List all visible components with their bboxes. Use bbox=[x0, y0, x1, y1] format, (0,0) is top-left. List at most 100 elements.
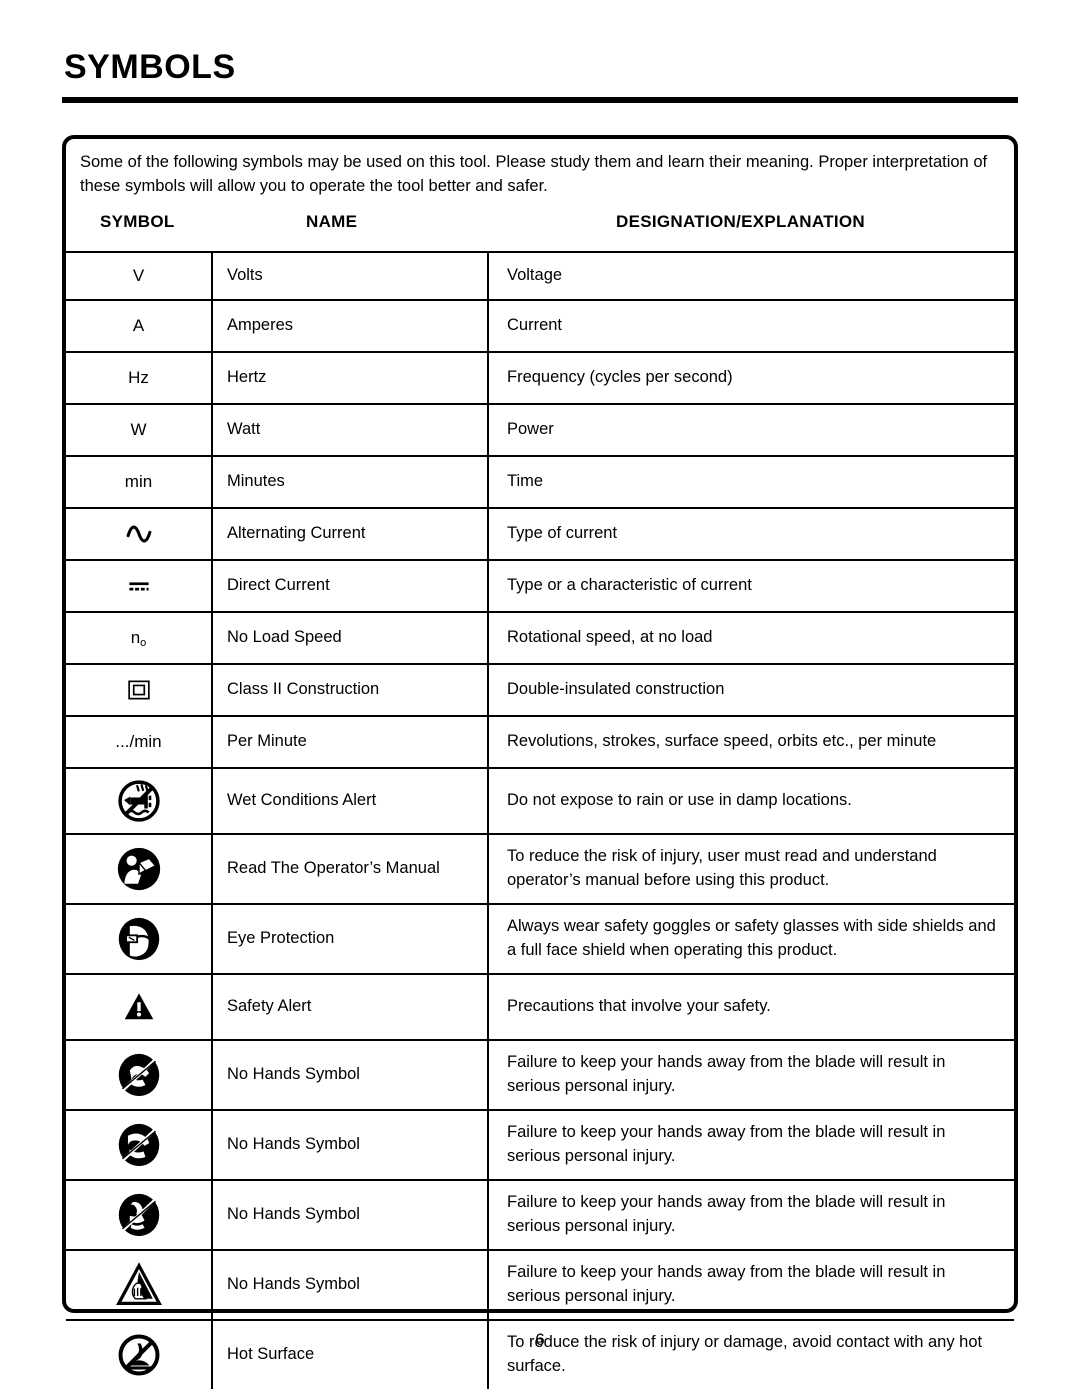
symbol-name-text: Direct Current bbox=[227, 576, 330, 595]
designation-cell: Voltage bbox=[487, 251, 1014, 301]
table-row: Wet Conditions Alert Do not expose to rai… bbox=[66, 767, 1014, 835]
name-cell: Volts bbox=[211, 251, 489, 301]
name-cell: Wet Conditions Alert bbox=[211, 767, 489, 835]
table-row: .../min Per Minute Revolutions, strokes, s… bbox=[66, 715, 1014, 769]
designation-cell: Failure to keep your hands away from the… bbox=[487, 1179, 1014, 1251]
name-cell: Alternating Current bbox=[211, 507, 489, 561]
no-hands-symbol-icon bbox=[116, 1192, 162, 1238]
symbol-cell: no bbox=[66, 611, 213, 665]
designation-text: Frequency (cycles per second) bbox=[507, 368, 733, 387]
symbol-name-text: Safety Alert bbox=[227, 997, 312, 1016]
table-row: A Amperes Current bbox=[66, 299, 1014, 353]
symbol-name-text: Hertz bbox=[227, 368, 267, 387]
table-header-row: SYMBOL NAME DESIGNATION/EXPLANATION bbox=[66, 212, 1014, 250]
intro-paragraph: Some of the following symbols may be use… bbox=[80, 153, 988, 195]
designation-cell: Frequency (cycles per second) bbox=[487, 351, 1014, 405]
designation-text: Double-insulated construction bbox=[507, 680, 725, 699]
designation-cell: Double-insulated construction bbox=[487, 663, 1014, 717]
symbol-cell: .../min bbox=[66, 715, 213, 769]
name-cell: Eye Protection bbox=[211, 903, 489, 975]
watt-symbol: W bbox=[130, 419, 147, 439]
symbol-cell: W bbox=[66, 403, 213, 457]
designation-cell: Revolutions, strokes, surface speed, orb… bbox=[487, 715, 1014, 769]
designation-text: Failure to keep your hands away from the… bbox=[507, 1053, 946, 1095]
designation-cell: Rotational speed, at no load bbox=[487, 611, 1014, 665]
no-load-speed-symbol: no bbox=[130, 627, 147, 649]
designation-text: Failure to keep your hands away from the… bbox=[507, 1123, 946, 1165]
symbol-cell bbox=[66, 767, 213, 835]
symbol-cell bbox=[66, 663, 213, 717]
symbol-cell: A bbox=[66, 299, 213, 353]
symbol-name-text: Amperes bbox=[227, 316, 294, 335]
symbol-name-text: No Hands Symbol bbox=[227, 1065, 360, 1084]
designation-text: Type of current bbox=[507, 524, 618, 543]
symbols-panel: Some of the following symbols may be use… bbox=[62, 135, 1018, 1389]
table-row: Safety Alert Precautions that involve you… bbox=[66, 973, 1014, 1041]
designation-cell: Time bbox=[487, 455, 1014, 509]
symbol-cell: Hz bbox=[66, 351, 213, 405]
designation-text: Current bbox=[507, 316, 563, 335]
page-number: 6 bbox=[535, 1330, 545, 1349]
hertz-symbol: Hz bbox=[128, 367, 149, 387]
table-row: Read The Operator’s Manual To reduce the … bbox=[66, 833, 1014, 905]
name-cell: No Hands Symbol bbox=[211, 1109, 489, 1181]
symbol-name-text: Alternating Current bbox=[227, 524, 366, 543]
symbol-name-text: Minutes bbox=[227, 472, 285, 491]
eye-protection-icon bbox=[116, 916, 162, 962]
designation-text: Type or a characteristic of current bbox=[507, 576, 752, 595]
column-header-symbol: SYMBOL bbox=[100, 212, 175, 231]
symbol-name-text: Wet Conditions Alert bbox=[227, 791, 377, 810]
designation-cell: Precautions that involve your safety. bbox=[487, 973, 1014, 1041]
table-row: No Hands Symbol Failure to keep your hand… bbox=[66, 1039, 1014, 1111]
designation-cell: Failure to keep your hands away from the… bbox=[487, 1109, 1014, 1181]
name-cell: Minutes bbox=[211, 455, 489, 509]
designation-cell: Failure to keep your hands away from the… bbox=[487, 1249, 1014, 1321]
designation-text: To reduce the risk of injury, user must … bbox=[507, 847, 937, 889]
symbol-name-text: Watt bbox=[227, 420, 261, 439]
designation-text: Rotational speed, at no load bbox=[507, 628, 713, 647]
designation-cell: Always wear safety goggles or safety gla… bbox=[487, 903, 1014, 975]
designation-text: Time bbox=[507, 472, 544, 491]
class-ii-construction-icon bbox=[126, 678, 152, 702]
table-row: W Watt Power bbox=[66, 403, 1014, 457]
read-operators-manual-icon bbox=[116, 846, 162, 892]
symbol-cell: V bbox=[66, 251, 213, 301]
designation-cell: Do not expose to rain or use in damp loc… bbox=[487, 767, 1014, 835]
symbol-name-text: Eye Protection bbox=[227, 929, 335, 948]
volts-symbol: V bbox=[132, 265, 145, 285]
table-row: No Hands Symbol Failure to keep your hand… bbox=[66, 1179, 1014, 1251]
symbol-cell bbox=[66, 833, 213, 905]
table-row: No Hands Symbol Failure to keep your hand… bbox=[66, 1109, 1014, 1181]
column-header-name: NAME bbox=[306, 212, 358, 231]
symbol-name-text: Per Minute bbox=[227, 732, 307, 751]
symbol-name-text: Volts bbox=[227, 266, 263, 285]
name-cell: No Load Speed bbox=[211, 611, 489, 665]
symbol-name-text: Read The Operator’s Manual bbox=[227, 859, 440, 878]
designation-text: Revolutions, strokes, surface speed, orb… bbox=[507, 732, 937, 751]
amperes-symbol: A bbox=[132, 315, 145, 335]
designation-cell: To reduce the risk of injury, user must … bbox=[487, 833, 1014, 905]
name-cell: No Hands Symbol bbox=[211, 1249, 489, 1321]
symbol-name-text: No Hands Symbol bbox=[227, 1135, 360, 1154]
symbol-cell bbox=[66, 507, 213, 561]
page-title: SYMBOLS bbox=[64, 48, 236, 86]
designation-text: Power bbox=[507, 420, 554, 439]
title-underline-rule bbox=[62, 97, 1018, 103]
no-hands-triangle-icon bbox=[115, 1262, 162, 1308]
table-row: min Minutes Time bbox=[66, 455, 1014, 509]
symbol-name-text: No Hands Symbol bbox=[227, 1205, 360, 1224]
table-row: Hz Hertz Frequency (cycles per second) bbox=[66, 351, 1014, 405]
table-row: V Volts Voltage bbox=[66, 251, 1014, 301]
designation-text: Do not expose to rain or use in damp loc… bbox=[507, 791, 852, 810]
per-minute-symbol: .../min bbox=[115, 731, 162, 751]
symbols-table: V Volts Voltage A Amperes Current Hz Hertz Frequ… bbox=[66, 251, 1014, 1389]
designation-cell: Type or a characteristic of current bbox=[487, 559, 1014, 613]
name-cell: Amperes bbox=[211, 299, 489, 353]
designation-text: Failure to keep your hands away from the… bbox=[507, 1263, 946, 1305]
column-header-designation: DESIGNATION/EXPLANATION bbox=[616, 212, 866, 231]
symbol-cell bbox=[66, 973, 213, 1041]
designation-cell: Current bbox=[487, 299, 1014, 353]
designation-text: Failure to keep your hands away from the… bbox=[507, 1193, 946, 1235]
symbol-name-text: No Hands Symbol bbox=[227, 1275, 360, 1294]
name-cell: Direct Current bbox=[211, 559, 489, 613]
